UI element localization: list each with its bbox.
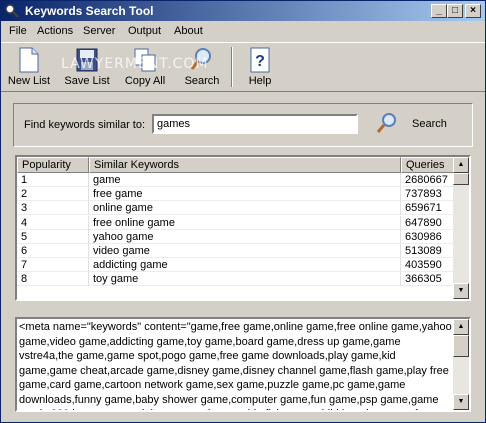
copy-all-button[interactable]: Copy All <box>119 45 171 91</box>
scroll-down-icon[interactable]: ▼ <box>453 394 469 410</box>
toolbar-search-label: Search <box>184 75 220 87</box>
queries-cell: 630986 <box>401 229 455 244</box>
queries-cell: 2680667 <box>401 173 455 187</box>
help-icon: ? <box>250 47 270 73</box>
keyword-cell: video game <box>89 243 401 258</box>
maximize-button[interactable]: □ <box>447 4 463 18</box>
table-row[interactable]: 8 toy game 366305 <box>17 272 455 287</box>
keyword-input[interactable] <box>152 114 358 134</box>
find-search-button[interactable]: Search <box>376 110 456 138</box>
table-row[interactable]: 3 online game 659671 <box>17 201 455 216</box>
scroll-up-icon[interactable]: ▲ <box>453 319 469 335</box>
popularity-cell: 1 <box>17 173 89 187</box>
save-list-button[interactable]: Save List <box>61 45 113 91</box>
keyword-cell: free online game <box>89 215 401 230</box>
find-group: Find keywords similar to: Search <box>13 103 473 147</box>
toolbar-separator <box>231 47 233 87</box>
scroll-down-icon[interactable]: ▼ <box>453 283 469 299</box>
toolbar: New List Save List Copy All Search ? Hel… <box>1 42 485 92</box>
keyword-cell: addicting game <box>89 258 401 273</box>
table-body: 1 game 2680667 2 free game 737893 3 online ga… <box>17 173 455 287</box>
table-row[interactable]: 5 yahoo game 630986 <box>17 229 455 244</box>
queries-cell: 659671 <box>401 201 455 216</box>
scroll-up-icon[interactable]: ▲ <box>453 157 469 173</box>
column-header-keywords[interactable]: Similar Keywords <box>89 157 401 173</box>
new-document-icon <box>19 47 39 73</box>
column-header-popularity[interactable]: Popularity <box>17 157 89 173</box>
meta-output-text[interactable]: <meta name="keywords" content="game,free… <box>19 320 453 410</box>
copy-all-label: Copy All <box>124 75 166 87</box>
close-button[interactable]: × <box>465 4 481 18</box>
app-icon <box>5 4 19 18</box>
scroll-thumb[interactable] <box>453 173 469 185</box>
table-row[interactable]: 7 addicting game 403590 <box>17 258 455 273</box>
keyword-cell: game <box>89 173 401 187</box>
keyword-cell: free game <box>89 187 401 202</box>
popularity-cell: 4 <box>17 215 89 230</box>
minimize-button[interactable]: _ <box>431 4 447 18</box>
keyword-cell: yahoo game <box>89 229 401 244</box>
popularity-cell: 3 <box>17 201 89 216</box>
menu-about[interactable]: About <box>174 25 203 37</box>
toolbar-search-button[interactable]: Search <box>179 45 225 91</box>
queries-cell: 737893 <box>401 187 455 202</box>
title-bar[interactable]: Keywords Search Tool _ □ × <box>1 1 485 21</box>
table-row[interactable]: 4 free online game 647890 <box>17 215 455 230</box>
new-list-label: New List <box>7 75 51 87</box>
window-title: Keywords Search Tool <box>25 4 154 18</box>
magnifier-icon <box>190 48 211 70</box>
queries-cell: 513089 <box>401 243 455 258</box>
find-label: Find keywords similar to: <box>24 119 146 131</box>
table-row[interactable]: 2 free game 737893 <box>17 187 455 202</box>
popularity-cell: 2 <box>17 187 89 202</box>
column-header-queries[interactable]: Queries <box>401 157 455 173</box>
queries-cell: 403590 <box>401 258 455 273</box>
menu-file[interactable]: File <box>9 25 27 37</box>
popularity-cell: 7 <box>17 258 89 273</box>
table-row[interactable]: 6 video game 513089 <box>17 243 455 258</box>
svg-text:?: ? <box>255 53 265 70</box>
scroll-thumb[interactable] <box>453 335 469 357</box>
keyword-cell: online game <box>89 201 401 216</box>
main-panel: Find keywords similar to: Search Popular… <box>1 93 485 422</box>
help-button[interactable]: ? Help <box>241 45 279 91</box>
meta-output-box[interactable]: <meta name="keywords" content="game,free… <box>15 317 471 412</box>
popularity-cell: 6 <box>17 243 89 258</box>
menu-server[interactable]: Server <box>83 25 115 37</box>
magnifier-icon <box>376 113 396 133</box>
help-label: Help <box>248 75 272 87</box>
new-list-button[interactable]: New List <box>5 45 53 91</box>
meta-scrollbar[interactable]: ▲ ▼ <box>453 319 469 410</box>
menu-actions[interactable]: Actions <box>37 25 73 37</box>
app-window: Keywords Search Tool _ □ × File Actions … <box>0 0 486 423</box>
table-header: Popularity Similar Keywords Queries <box>17 157 455 173</box>
popularity-cell: 8 <box>17 272 89 287</box>
table-scrollbar[interactable]: ▲ ▼ <box>453 157 469 299</box>
save-disk-icon <box>76 48 98 72</box>
keywords-table[interactable]: Popularity Similar Keywords Queries 1 gam… <box>15 155 471 301</box>
keyword-cell: toy game <box>89 272 401 287</box>
menu-output[interactable]: Output <box>128 25 161 37</box>
table-row[interactable]: 1 game 2680667 <box>17 173 455 187</box>
save-list-label: Save List <box>64 75 110 87</box>
popularity-cell: 5 <box>17 229 89 244</box>
find-search-label: Search <box>412 118 447 130</box>
queries-cell: 366305 <box>401 272 455 287</box>
copy-documents-icon <box>134 48 156 72</box>
queries-cell: 647890 <box>401 215 455 230</box>
menu-bar: File Actions Server Output About <box>1 22 485 41</box>
